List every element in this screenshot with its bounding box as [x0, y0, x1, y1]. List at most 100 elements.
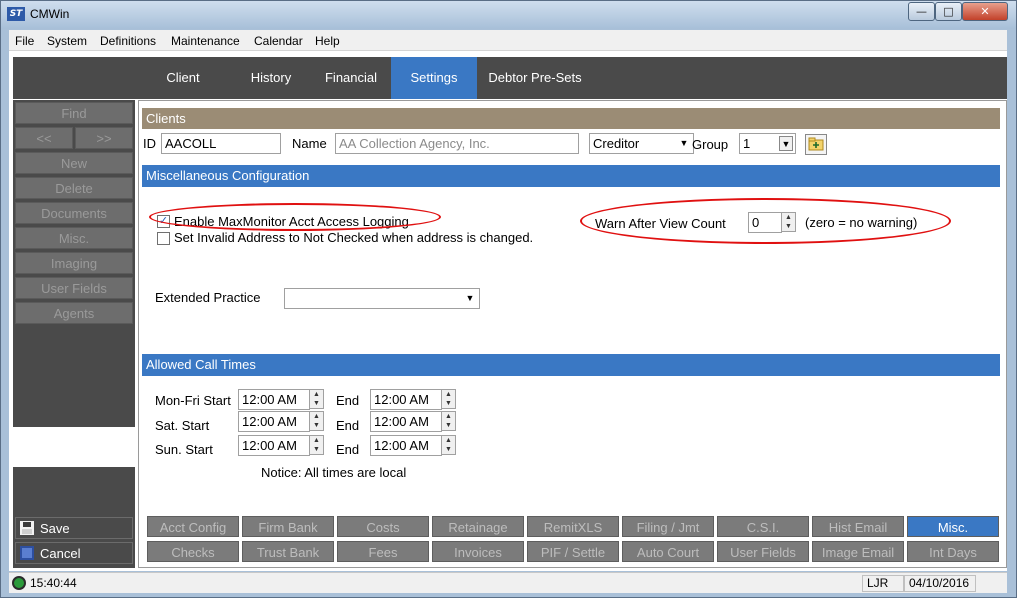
menu-system[interactable]: System: [47, 34, 87, 48]
warn-count-field[interactable]: 0: [748, 212, 782, 233]
app-window: ST CMWin — □ ✕ File System Definitions M…: [0, 0, 1017, 598]
user-fields-settings-button[interactable]: User Fields: [717, 541, 809, 562]
app-logo-icon: ST: [7, 7, 25, 21]
sun-end-field[interactable]: 12:00 AM: [370, 435, 442, 456]
warn-note: (zero = no warning): [805, 215, 918, 230]
hist-email-button[interactable]: Hist Email: [812, 516, 904, 537]
mon-fri-start-field[interactable]: 12:00 AM: [238, 389, 310, 410]
costs-button[interactable]: Costs: [337, 516, 429, 537]
chevron-down-icon[interactable]: ▼: [779, 136, 793, 151]
status-bar: 15:40:44 LJR 04/10/2016: [9, 572, 1007, 593]
down-arrow-icon[interactable]: ▼: [442, 445, 455, 454]
group-label: Group: [692, 137, 729, 152]
up-arrow-icon[interactable]: ▲: [442, 436, 455, 445]
tab-history[interactable]: History: [235, 57, 307, 99]
menu-help[interactable]: Help: [315, 34, 340, 48]
auto-court-button[interactable]: Auto Court: [622, 541, 714, 562]
down-arrow-icon[interactable]: ▼: [310, 399, 323, 408]
menu-bar: File System Definitions Maintenance Cale…: [9, 30, 1007, 51]
find-button[interactable]: Find: [15, 102, 133, 124]
chevron-down-icon[interactable]: ▼: [463, 291, 477, 306]
sun-start-field[interactable]: 12:00 AM: [238, 435, 310, 456]
enable-logging-checkbox[interactable]: ✓: [157, 215, 170, 228]
menu-maintenance[interactable]: Maintenance: [171, 34, 240, 48]
mon-fri-end-spinner[interactable]: ▲ ▼: [441, 389, 456, 409]
sat-end-spinner[interactable]: ▲ ▼: [441, 411, 456, 431]
client-area: Client History Financial Settings Debtor…: [9, 51, 1007, 571]
image-email-button[interactable]: Image Email: [812, 541, 904, 562]
remitxls-button[interactable]: RemitXLS: [527, 516, 619, 537]
clients-header: Clients: [142, 108, 1000, 129]
id-field[interactable]: AACOLL: [161, 133, 281, 154]
new-button[interactable]: New: [15, 152, 133, 174]
prev-button[interactable]: <<: [15, 127, 73, 149]
sat-start-spinner[interactable]: ▲ ▼: [309, 411, 324, 431]
down-arrow-icon[interactable]: ▼: [310, 421, 323, 430]
down-arrow-icon[interactable]: ▼: [442, 399, 455, 408]
sat-end-field[interactable]: 12:00 AM: [370, 411, 442, 432]
group-select[interactable]: 1 ▼: [739, 133, 796, 154]
down-arrow-icon[interactable]: ▼: [782, 222, 795, 231]
misc-button[interactable]: Misc.: [15, 227, 133, 249]
add-folder-button[interactable]: [805, 134, 827, 155]
status-time: 15:40:44: [30, 576, 77, 590]
up-arrow-icon[interactable]: ▲: [310, 412, 323, 421]
down-arrow-icon[interactable]: ▼: [442, 421, 455, 430]
name-field[interactable]: AA Collection Agency, Inc.: [335, 133, 579, 154]
imaging-button[interactable]: Imaging: [15, 252, 133, 274]
tab-financial[interactable]: Financial: [313, 57, 389, 99]
checks-button[interactable]: Checks: [147, 541, 239, 562]
window-title: CMWin: [30, 7, 70, 21]
set-invalid-checkbox[interactable]: [157, 232, 170, 245]
menu-calendar[interactable]: Calendar: [254, 34, 303, 48]
pif-settle-button[interactable]: PIF / Settle: [527, 541, 619, 562]
settings-panel: Clients ID AACOLL Name AA Collection Age…: [138, 100, 1007, 568]
user-fields-button[interactable]: User Fields: [15, 277, 133, 299]
warn-count-spinner[interactable]: ▲ ▼: [781, 212, 796, 232]
down-arrow-icon[interactable]: ▼: [310, 445, 323, 454]
misc-settings-button[interactable]: Misc.: [907, 516, 999, 537]
connection-status-icon: [12, 576, 26, 590]
enable-logging-label: Enable MaxMonitor Acct Access Logging: [174, 214, 409, 229]
client-type-select[interactable]: Creditor ▼: [589, 133, 694, 154]
next-button[interactable]: >>: [75, 127, 133, 149]
agents-button[interactable]: Agents: [15, 302, 133, 324]
tab-debtor-presets[interactable]: Debtor Pre-Sets: [479, 57, 591, 99]
up-arrow-icon[interactable]: ▲: [442, 412, 455, 421]
sun-end-spinner[interactable]: ▲ ▼: [441, 435, 456, 455]
extended-practice-select[interactable]: ▼: [284, 288, 480, 309]
invoices-button[interactable]: Invoices: [432, 541, 524, 562]
sun-start-label: Sun. Start: [155, 442, 213, 457]
trust-bank-button[interactable]: Trust Bank: [242, 541, 334, 562]
firm-bank-button[interactable]: Firm Bank: [242, 516, 334, 537]
up-arrow-icon[interactable]: ▲: [782, 213, 795, 222]
mon-fri-start-spinner[interactable]: ▲ ▼: [309, 389, 324, 409]
save-button[interactable]: Save: [15, 517, 133, 539]
sat-start-field[interactable]: 12:00 AM: [238, 411, 310, 432]
set-invalid-label: Set Invalid Address to Not Checked when …: [174, 230, 534, 245]
acct-config-button[interactable]: Acct Config: [147, 516, 239, 537]
csi-button[interactable]: C.S.I.: [717, 516, 809, 537]
menu-definitions[interactable]: Definitions: [100, 34, 156, 48]
minimize-button[interactable]: —: [908, 2, 935, 21]
tab-settings[interactable]: Settings: [391, 57, 477, 99]
close-button[interactable]: ✕: [962, 2, 1008, 21]
int-days-button[interactable]: Int Days: [907, 541, 999, 562]
group-value: 1: [743, 136, 751, 151]
maximize-button[interactable]: □: [935, 2, 962, 21]
cancel-button[interactable]: Cancel: [15, 542, 133, 564]
mon-fri-end-field[interactable]: 12:00 AM: [370, 389, 442, 410]
tab-client[interactable]: Client: [147, 57, 219, 99]
menu-file[interactable]: File: [15, 34, 34, 48]
cancel-label: Cancel: [40, 546, 81, 561]
up-arrow-icon[interactable]: ▲: [310, 390, 323, 399]
filing-jmt-button[interactable]: Filing / Jmt: [622, 516, 714, 537]
up-arrow-icon[interactable]: ▲: [442, 390, 455, 399]
up-arrow-icon[interactable]: ▲: [310, 436, 323, 445]
fees-button[interactable]: Fees: [337, 541, 429, 562]
retainage-button[interactable]: Retainage: [432, 516, 524, 537]
chevron-down-icon[interactable]: ▼: [677, 136, 691, 151]
sun-start-spinner[interactable]: ▲ ▼: [309, 435, 324, 455]
delete-button[interactable]: Delete: [15, 177, 133, 199]
documents-button[interactable]: Documents: [15, 202, 133, 224]
